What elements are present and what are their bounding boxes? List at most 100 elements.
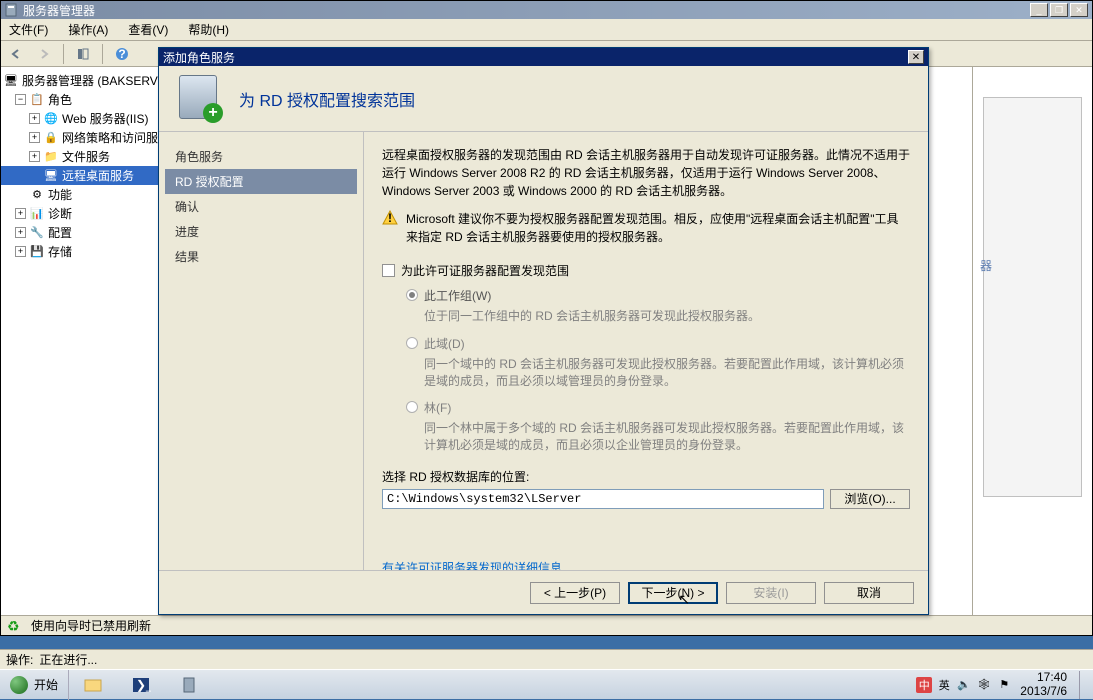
db-path-label: 选择 RD 授权数据库的位置: [382,468,910,485]
actions-label: 器 [980,257,992,274]
ime-indicator[interactable]: 中 [916,677,932,693]
tray-icon[interactable]: 🕸 [976,677,992,693]
nav-forward-button[interactable] [33,43,55,65]
nav-results[interactable]: 结果 [165,244,357,269]
tree-root[interactable]: 🖥 服务器管理器 (BAKSERVER [1,71,158,90]
taskbar-item-server-manager[interactable] [165,670,213,699]
titlebar: 服务器管理器 _ ❐ ✕ [1,1,1092,19]
tree-iis[interactable]: + 🌐 Web 服务器(IIS) [1,109,158,128]
show-hide-button[interactable] [72,43,94,65]
nps-icon: 🔒 [43,130,59,146]
tree-nps[interactable]: + 🔒 网络策略和访问服 [1,128,158,147]
close-button[interactable]: ✕ [1070,3,1088,17]
clock[interactable]: 17:40 2013/7/6 [1020,671,1067,697]
show-desktop-button[interactable] [1079,671,1087,699]
features-icon: ⚙ [29,187,45,203]
expand-icon[interactable]: + [15,208,26,219]
nav-role-services[interactable]: 角色服务 [165,144,357,169]
tray-icon[interactable]: 🔈 [956,677,972,693]
collapse-icon[interactable]: − [15,94,26,105]
clock-date: 2013/7/6 [1020,685,1067,698]
tree-storage[interactable]: + 💾 存储 [1,242,158,261]
taskbar-item-powershell[interactable]: ❯_ [117,670,165,699]
tree-rds[interactable]: 🖥 远程桌面服务 [1,166,158,185]
dialog-header: + 为 RD 授权配置搜索范围 [159,66,928,132]
lang-indicator[interactable]: 英 [936,677,952,693]
description-text: 远程桌面授权服务器的发现范围由 RD 会话主机服务器用于自动发现许可证服务器。此… [382,146,910,200]
tray-icon[interactable]: ⚑ [996,677,1012,693]
status-text: 使用向导时已禁用刷新 [31,617,151,634]
add-role-services-dialog: 添加角色服务 ✕ + 为 RD 授权配置搜索范围 角色服务 RD 授权配置 确认… [158,47,929,615]
tree-roles[interactable]: − 📋 角色 [1,90,158,109]
system-tray: 中 英 🔈 🕸 ⚑ 17:40 2013/7/6 [910,670,1093,699]
maximize-button[interactable]: ❐ [1050,3,1068,17]
radio-domain-desc: 同一个域中的 RD 会话主机服务器可发现此授权服务器。若要配置此作用域，该计算机… [406,356,910,390]
dialog-footer: < 上一步(P) 下一步(N) > 安装(I) 取消 ↖ [159,570,928,614]
minimize-button[interactable]: _ [1030,3,1048,17]
svg-text:?: ? [118,47,125,61]
actions-pane [972,67,1092,615]
diagnostics-icon: 📊 [29,206,45,222]
expand-icon[interactable]: + [29,113,40,124]
tree-features[interactable]: ⚙ 功能 [1,185,158,204]
menu-help[interactable]: 帮助(H) [184,19,233,40]
radio-forest-desc: 同一个林中属于多个域的 RD 会话主机服务器可发现此授权服务器。若要配置此作用域… [406,420,910,454]
taskbar: 开始 ❯_ 中 英 🔈 🕸 ⚑ 17:40 2013/7/6 [0,669,1093,699]
dialog-close-button[interactable]: ✕ [908,50,924,64]
tree-diagnostics[interactable]: + 📊 诊断 [1,204,158,223]
db-path-input[interactable] [382,489,824,509]
iis-icon: 🌐 [43,111,59,127]
radio-forest [406,401,418,413]
statusbar: ♻ 使用向导时已禁用刷新 [1,615,1092,635]
start-orb-icon [10,676,28,694]
expand-icon[interactable]: + [29,151,40,162]
app-icon [3,2,19,18]
menubar: 文件(F) 操作(A) 查看(V) 帮助(H) [1,19,1092,41]
menu-view[interactable]: 查看(V) [124,19,172,40]
plus-icon: + [203,103,223,123]
navigation-tree: 🖥 服务器管理器 (BAKSERVER − 📋 角色 + 🌐 Web 服务器(I… [1,67,159,615]
discovery-scope-checkbox[interactable] [382,264,395,277]
help-button[interactable]: ? [111,43,133,65]
radio-workgroup-desc: 位于同一工作组中的 RD 会话主机服务器可发现此授权服务器。 [406,308,910,325]
svg-text:!: ! [388,211,392,225]
window-title: 服务器管理器 [23,2,1030,19]
tree-config[interactable]: + 🔧 配置 [1,223,158,242]
config-icon: 🔧 [29,225,45,241]
learn-more-link[interactable]: 有关许可证服务器发现的详细信息 [382,559,562,570]
install-button: 安装(I) [726,582,816,604]
expand-icon[interactable]: + [15,227,26,238]
expand-icon[interactable]: + [29,132,40,143]
wizard-content: 远程桌面授权服务器的发现范围由 RD 会话主机服务器用于自动发现许可证服务器。此… [364,132,928,570]
clock-time: 17:40 [1020,671,1067,684]
next-button[interactable]: 下一步(N) > [628,582,718,604]
folder-icon: 📁 [43,149,59,165]
nav-confirm[interactable]: 确认 [165,194,357,219]
radio-workgroup-label: 此工作组(W) [424,287,491,304]
progress-text: 正在进行... [39,651,97,668]
refresh-icon: ♻ [7,618,23,634]
warning-text: Microsoft 建议你不要为授权服务器配置发现范围。相反，应使用"远程桌面会… [406,210,910,246]
menu-action[interactable]: 操作(A) [64,19,112,40]
taskbar-item-explorer[interactable] [69,670,117,699]
cancel-button[interactable]: 取消 [824,582,914,604]
previous-button[interactable]: < 上一步(P) [530,582,620,604]
dialog-header-title: 为 RD 授权配置搜索范围 [239,87,415,111]
checkbox-label: 为此许可证服务器配置发现范围 [401,262,569,279]
expand-icon[interactable]: + [15,246,26,257]
dialog-title: 添加角色服务 [163,49,908,66]
radio-workgroup [406,289,418,301]
wizard-icon: + [175,75,223,123]
nav-rd-license[interactable]: RD 授权配置 [165,169,357,194]
wizard-nav: 角色服务 RD 授权配置 确认 进度 结果 [159,132,364,570]
menu-file[interactable]: 文件(F) [5,19,52,40]
radio-forest-label: 林(F) [424,399,451,416]
browse-button[interactable]: 浏览(O)... [830,489,910,509]
progress-statusbar: 操作: 正在进行... [0,649,1093,669]
nav-back-button[interactable] [5,43,27,65]
nav-progress[interactable]: 进度 [165,219,357,244]
progress-label: 操作: [6,651,33,668]
svg-text:❯_: ❯_ [136,678,151,692]
tree-file-services[interactable]: + 📁 文件服务 [1,147,158,166]
start-button[interactable]: 开始 [0,670,69,700]
